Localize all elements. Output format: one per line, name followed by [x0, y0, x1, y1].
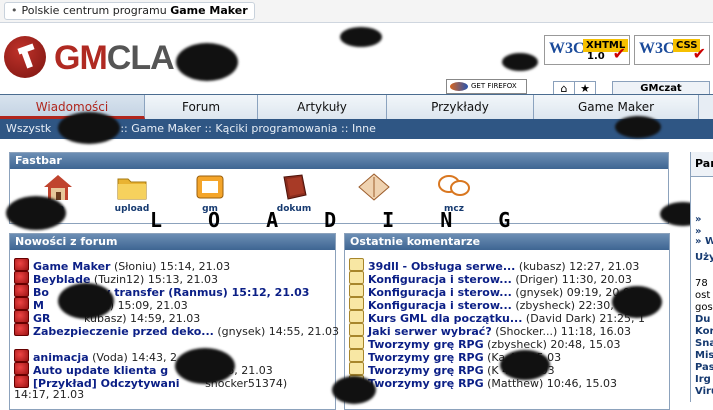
new-post-icon — [14, 323, 29, 336]
w3c-text: W3C — [549, 40, 585, 57]
list-item[interactable]: 39dll - Obsługa serwe... (kubasz) 12:27,… — [349, 258, 639, 273]
logo-rest: CLA — [106, 39, 175, 77]
list-item[interactable]: Konfiguracja i sterow... (Driger) 11:30,… — [349, 271, 632, 286]
list-item[interactable]: Game Maker (Słoniu) 15:14, 21.03 — [14, 258, 230, 273]
list-item[interactable]: Jaki serwer wybrać? (Shocker...) 11:18, … — [349, 323, 631, 338]
comment-icon — [349, 336, 364, 349]
right-sidebar: Par » » » W Uży 78 ost gos Du Kor Sna Mi… — [690, 152, 713, 402]
right-user-link[interactable]: Pas — [695, 362, 713, 373]
right-panel-header: Par — [691, 152, 713, 177]
firefox-label: GET FIREFOX — [471, 82, 517, 90]
comment-icon — [349, 362, 364, 375]
forum-news-title: Nowości z forum — [10, 234, 335, 250]
new-post-icon — [14, 310, 29, 323]
list-item[interactable]: Tworzymy grę RPG (zbysheck) 20:48, 15.03 — [349, 336, 621, 351]
list-item: 14:17, 21.03 — [14, 388, 84, 401]
book-icon — [283, 174, 307, 200]
list-item[interactable]: animacja (Voda) 14:43, 2 — [14, 349, 177, 364]
right-text: gos — [695, 302, 713, 313]
forum-news-panel: Nowości z forum Game Maker (Słoniu) 15:1… — [9, 233, 339, 410]
comment-icon — [349, 310, 364, 323]
logo-icon[interactable] — [4, 36, 46, 78]
new-post-icon — [14, 349, 29, 362]
right-user-link[interactable]: Du — [695, 314, 710, 325]
firefox-icon — [450, 82, 468, 91]
comments-panel: Ostatnie komentarze 39dll - Obsługa serw… — [344, 233, 670, 410]
breadcrumb-first[interactable]: Wszystk — [6, 122, 51, 135]
new-post-icon — [14, 297, 29, 310]
bullet-icon: • — [11, 4, 18, 17]
new-post-icon — [14, 362, 29, 375]
loading-overlay: LOADING — [150, 208, 557, 232]
get-firefox-button[interactable]: GET FIREFOX — [446, 79, 527, 94]
right-user-link[interactable]: Kor — [695, 326, 713, 337]
logo-gm: GM — [54, 39, 108, 77]
fastbar-item-compass[interactable] — [346, 173, 402, 204]
new-post-icon — [14, 284, 29, 297]
tab-przyklady[interactable]: Przykłady — [387, 95, 534, 119]
comment-icon — [349, 284, 364, 297]
comment-icon — [349, 271, 364, 284]
site-logo[interactable]: GMCLA — [54, 39, 175, 78]
w3c-text: W3C — [639, 40, 675, 57]
breadcrumb-path[interactable]: :: Game Maker :: Kąciki programowania ::… — [120, 122, 376, 135]
right-user-link[interactable]: Viru — [695, 386, 713, 397]
list-item[interactable]: Konfiguracja i sterow... (gnysek) 09:19,… — [349, 284, 637, 299]
new-post-icon — [14, 258, 29, 271]
gm-icon — [196, 175, 224, 199]
chat-icon — [438, 175, 470, 196]
css-badge[interactable]: W3C CSS ✔ — [634, 35, 710, 65]
right-text: 78 — [695, 278, 708, 289]
right-user-link[interactable]: Irg — [695, 374, 711, 385]
xhtml-version: 1.0 — [587, 51, 605, 62]
right-user-link[interactable]: Mis — [695, 350, 713, 361]
right-user-link[interactable]: Sna — [695, 338, 713, 349]
new-post-icon — [14, 375, 29, 388]
folder-icon — [117, 178, 147, 200]
list-item[interactable]: [Przykład] Odczytywani shocker51374) — [14, 375, 287, 390]
top-strip: • Polskie centrum programu Game Maker — [0, 0, 713, 23]
comment-icon — [349, 323, 364, 336]
compass-icon — [358, 173, 390, 201]
list-item[interactable]: Kurs GML dla początku... (David Dark) 21… — [349, 310, 645, 325]
post-meta: (gnysek) 14:55, 21.03 — [217, 325, 339, 338]
tagline-prefix: Polskie centrum programu — [21, 4, 167, 17]
xhtml-badge[interactable]: W3C XHTML 1.0 ✔ — [544, 35, 630, 65]
post-title[interactable]: Zabezpieczenie przed deko... — [33, 325, 214, 338]
check-icon: ✔ — [612, 44, 626, 63]
new-post-icon — [14, 271, 29, 284]
check-icon: ✔ — [692, 44, 706, 63]
comment-icon — [349, 297, 364, 310]
list-item[interactable]: Tworzymy grę RPG (Matthew) 10:46, 15.03 — [349, 375, 617, 390]
comment-icon — [349, 349, 364, 362]
comment-icon — [349, 258, 364, 271]
tab-forum[interactable]: Forum — [145, 95, 258, 119]
list-item[interactable]: Beyblade (Tuzin12) 15:13, 21.03 — [14, 271, 218, 286]
comments-title: Ostatnie komentarze — [345, 234, 669, 250]
site-tagline: • Polskie centrum programu Game Maker — [4, 2, 255, 20]
tagline-bold: Game Maker — [170, 4, 248, 17]
list-item[interactable]: Konfiguracja i sterow... (zbysheck) 22:3… — [349, 297, 624, 312]
comment-meta: (Matthew) 10:46, 15.03 — [487, 377, 617, 390]
right-text: ost — [695, 290, 711, 301]
right-link[interactable]: » W — [695, 236, 713, 247]
tab-game-maker[interactable]: Game Maker — [534, 95, 699, 119]
post-meta: 14:17, 21.03 — [14, 388, 85, 401]
fastbar-title: Fastbar — [10, 153, 668, 169]
right-section-header: Uży — [695, 252, 713, 263]
site-header: GMCLA W3C XHTML 1.0 ✔ W3C CSS ✔ GET FIRE… — [0, 23, 713, 97]
comment-title[interactable]: Tworzymy grę RPG — [368, 377, 484, 390]
tab-artykuly[interactable]: Artykuły — [258, 95, 387, 119]
list-item[interactable]: Zabezpieczenie przed deko... (gnysek) 14… — [14, 323, 339, 338]
right-link[interactable]: » — [695, 214, 701, 225]
